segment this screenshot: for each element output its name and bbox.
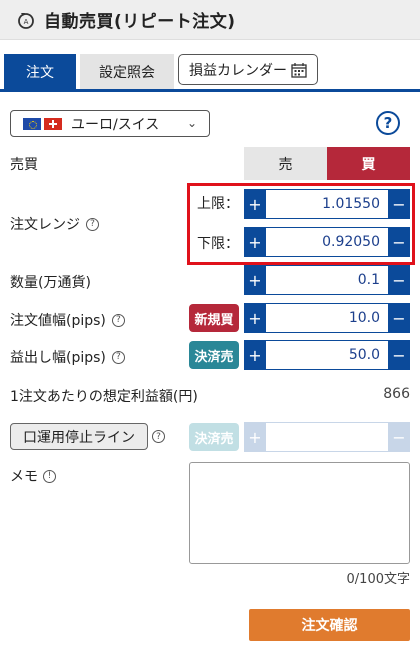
upper-minus-button[interactable]: − [388, 189, 410, 219]
stop-line-plus-button[interactable]: + [244, 422, 266, 452]
sell-toggle[interactable]: 売 [244, 147, 327, 180]
swiss-flag-icon [44, 117, 62, 130]
lower-minus-button[interactable]: − [388, 227, 410, 257]
stop-line-settle-badge: 決済売 [189, 423, 239, 451]
upper-limit-label: 上限： [197, 196, 239, 212]
quantity-plus-button[interactable]: + [244, 265, 266, 295]
svg-text:A: A [24, 18, 29, 26]
order-width-label: 注文値幅(pips) ? [10, 310, 125, 330]
new-buy-badge: 新規買 [189, 304, 239, 332]
settle-sell-badge: 決済売 [189, 341, 239, 369]
tab-bar: 注文 設定照会 損益カレンダー [0, 54, 420, 92]
memo-label: メモ ! [10, 466, 56, 486]
quantity-input[interactable]: 0.1 [266, 265, 388, 295]
tab-pl-calendar-label: 損益カレンダー [189, 62, 287, 79]
buy-toggle[interactable]: 買 [327, 147, 410, 180]
auto-trade-icon: A [18, 12, 34, 29]
chevron-down-icon: ⌄ [186, 116, 197, 130]
profit-width-text: 益出し幅(pips) [10, 350, 106, 366]
profit-width-stepper: + 50.0 − [244, 340, 410, 370]
profit-width-minus-button[interactable]: − [388, 340, 410, 370]
help-icon[interactable]: ? [376, 111, 400, 135]
estimate-value: 866 [383, 386, 410, 402]
memo-char-counter: 0/100文字 [346, 572, 410, 587]
eu-flag-icon [23, 117, 41, 130]
memo-textarea[interactable] [189, 462, 410, 564]
tab-pl-calendar[interactable]: 損益カレンダー [178, 54, 318, 85]
stop-line-stepper: + − [244, 422, 410, 452]
order-width-minus-button[interactable]: − [388, 303, 410, 333]
profit-width-help-icon[interactable]: ? [111, 350, 125, 364]
stop-line-minus-button[interactable]: − [388, 422, 410, 452]
estimate-label: 1注文あたりの想定利益額(円) [10, 389, 198, 405]
order-range-help-icon[interactable]: ? [86, 217, 99, 231]
upper-limit-stepper: + 1.01550 − [244, 189, 410, 219]
order-width-help-icon[interactable]: ? [111, 313, 125, 327]
order-width-text: 注文値幅(pips) [10, 313, 106, 329]
stop-line-help-icon[interactable]: ? [152, 430, 165, 443]
page-title: 自動売買(リピート注文) [44, 12, 236, 32]
profit-width-label: 益出し幅(pips) ? [10, 347, 125, 367]
order-width-input[interactable]: 10.0 [266, 303, 388, 333]
tab-settings-inquiry[interactable]: 設定照会 [80, 54, 174, 89]
tab-order[interactable]: 注文 [4, 54, 76, 89]
lower-limit-label: 下限： [197, 236, 239, 252]
order-range-label: 注文レンジ ? [10, 214, 99, 234]
profit-width-input[interactable]: 50.0 [266, 340, 388, 370]
stop-line-input[interactable] [266, 422, 388, 452]
tab-order-label: 注文 [26, 64, 54, 81]
quantity-label: 数量(万通貨) [10, 275, 91, 291]
quantity-minus-button[interactable]: − [388, 265, 410, 295]
lower-plus-button[interactable]: + [244, 227, 266, 257]
lower-limit-stepper: + 0.92050 − [244, 227, 410, 257]
currency-pair-label: ユーロ/スイス [71, 116, 160, 133]
stop-line-toggle[interactable]: 口運用停止ライン [10, 423, 148, 450]
lower-limit-input[interactable]: 0.92050 [266, 227, 388, 257]
profit-width-plus-button[interactable]: + [244, 340, 266, 370]
currency-pair-select[interactable]: ユーロ/スイス ⌄ [10, 110, 210, 137]
order-range-text: 注文レンジ [10, 217, 80, 233]
calendar-icon [291, 62, 307, 78]
order-width-stepper: + 10.0 − [244, 303, 410, 333]
memo-text: メモ [10, 469, 38, 485]
upper-plus-button[interactable]: + [244, 189, 266, 219]
order-width-plus-button[interactable]: + [244, 303, 266, 333]
tab-settings-label: 設定照会 [99, 64, 155, 81]
app-header: A 自動売買(リピート注文) [0, 0, 420, 40]
memo-info-icon[interactable]: ! [43, 469, 56, 483]
side-label: 売買 [10, 157, 38, 173]
quantity-stepper: + 0.1 − [244, 265, 410, 295]
order-confirm-button[interactable]: 注文確認 [249, 609, 410, 641]
upper-limit-input[interactable]: 1.01550 [266, 189, 388, 219]
